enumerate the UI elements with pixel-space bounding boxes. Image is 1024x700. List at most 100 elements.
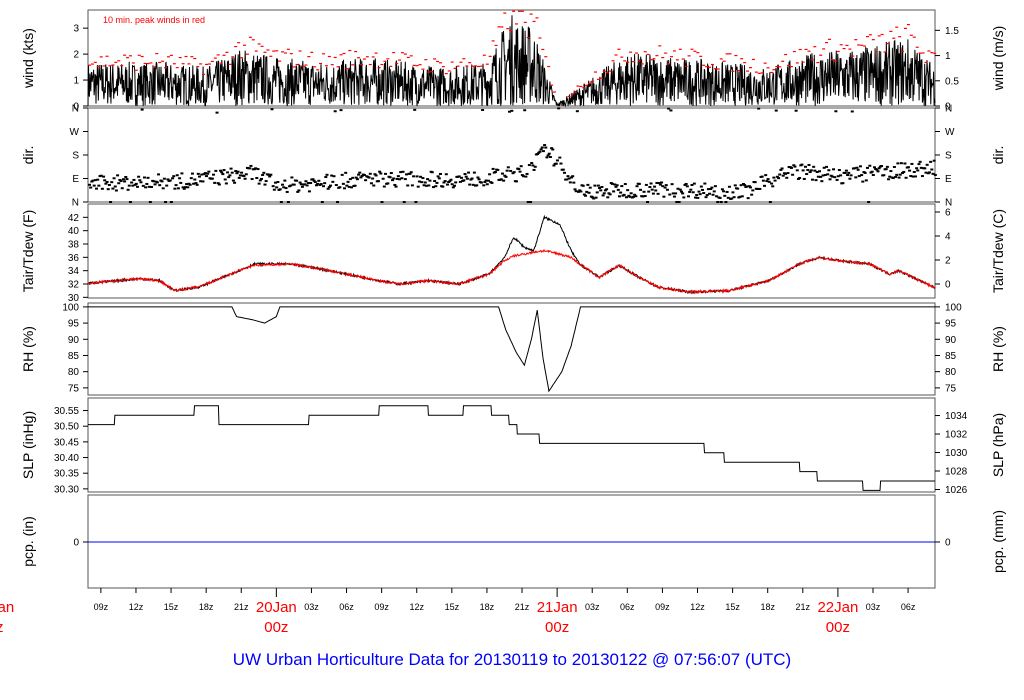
y-tick-label-right: 0.5: [945, 76, 959, 87]
direction-point: [378, 170, 382, 173]
x-tick-label: 21z: [515, 602, 530, 612]
direction-point: [323, 182, 327, 185]
chart-title: UW Urban Horticulture Data for 20130119 …: [232, 650, 792, 669]
direction-point: [802, 177, 806, 180]
direction-point: [544, 146, 548, 149]
direction-point: [770, 182, 774, 185]
direction-point: [892, 165, 896, 168]
direction-point: [479, 181, 483, 184]
x-tick-label: 18z: [480, 602, 495, 612]
direction-point: [331, 180, 335, 183]
y-tick-label-right: N: [945, 104, 952, 115]
direction-point: [904, 176, 908, 179]
y-tick-label-right: S: [945, 151, 952, 162]
y-axis-label: dir.: [20, 146, 36, 165]
direction-point: [740, 195, 744, 198]
direction-point: [123, 180, 127, 183]
direction-point: [368, 172, 372, 175]
direction-point: [547, 152, 551, 155]
direction-point: [485, 183, 489, 186]
y-tick-label: 2: [73, 50, 79, 61]
direction-point: [210, 177, 214, 180]
direction-point: [656, 192, 660, 195]
direction-point: [642, 190, 646, 193]
direction-point: [812, 165, 816, 168]
x-tick-label: 09z: [655, 602, 670, 612]
direction-point: [876, 170, 880, 173]
direction-point: [500, 172, 504, 175]
x-day-hour-label-clipped: z: [0, 619, 4, 636]
direction-point: [476, 176, 480, 179]
direction-point: [255, 176, 259, 179]
direction-point: [237, 176, 241, 179]
direction-point: [346, 180, 350, 183]
direction-point: [477, 178, 481, 181]
x-day-label: 22Jan: [817, 599, 858, 616]
direction-point: [902, 170, 906, 173]
x-axis: 09z 12z 15z 18z 21z 20Jan 00z 03z 06z 09z 12z 15z 18…: [0, 588, 916, 636]
direction-point: [114, 189, 118, 192]
direction-point: [917, 163, 921, 166]
direction-point: [309, 181, 313, 184]
y-axis-label: pcp. (in): [20, 516, 36, 567]
direction-point: [206, 172, 210, 175]
direction-point: [257, 182, 261, 185]
x-day-label: 20Jan: [256, 599, 297, 616]
direction-point: [723, 194, 727, 197]
direction-point: [766, 178, 770, 181]
direction-point: [871, 174, 875, 177]
direction-point: [918, 160, 922, 163]
direction-point: [887, 178, 891, 181]
direction-point: [616, 188, 620, 191]
direction-point: [339, 109, 343, 112]
direction-point: [774, 109, 778, 112]
y-tick-label-right: 1034: [945, 411, 968, 422]
direction-point: [785, 176, 789, 179]
direction-point: [864, 179, 868, 182]
direction-point: [386, 182, 390, 185]
direction-point: [460, 176, 464, 179]
direction-point: [561, 168, 565, 171]
direction-point: [643, 195, 647, 198]
direction-point: [162, 177, 166, 180]
direction-point: [468, 183, 472, 186]
direction-point: [605, 188, 609, 191]
direction-point: [800, 163, 804, 166]
direction-point: [634, 195, 638, 198]
direction-point: [527, 164, 531, 167]
direction-point: [648, 186, 652, 189]
direction-point: [562, 171, 566, 174]
direction-point: [481, 108, 485, 111]
y-tick-label: 38: [68, 240, 80, 251]
direction-point: [810, 178, 814, 181]
y-tick-label: N: [72, 104, 79, 115]
y-tick-label: 95: [68, 319, 80, 330]
direction-point: [870, 170, 874, 173]
direction-point: [698, 193, 702, 196]
direction-point: [595, 191, 599, 194]
direction-point: [137, 175, 141, 178]
direction-point: [758, 187, 762, 190]
direction-point: [231, 179, 235, 182]
direction-point: [523, 109, 527, 112]
direction-point: [568, 181, 572, 184]
direction-point: [825, 165, 829, 168]
direction-point: [629, 192, 633, 195]
direction-point: [470, 177, 474, 180]
direction-point: [848, 177, 852, 180]
direction-point: [364, 179, 368, 182]
y-tick-label: 30.35: [54, 469, 79, 480]
direction-point: [127, 184, 131, 187]
direction-point: [304, 180, 308, 183]
direction-point: [649, 182, 653, 185]
direction-point: [594, 196, 598, 199]
direction-point: [196, 172, 200, 175]
direction-point: [554, 162, 558, 165]
direction-point: [259, 177, 263, 180]
direction-point: [839, 174, 843, 177]
direction-point: [305, 184, 309, 187]
direction-point: [420, 181, 424, 184]
direction-point: [669, 109, 673, 112]
direction-point: [132, 178, 136, 181]
direction-point: [212, 173, 216, 176]
